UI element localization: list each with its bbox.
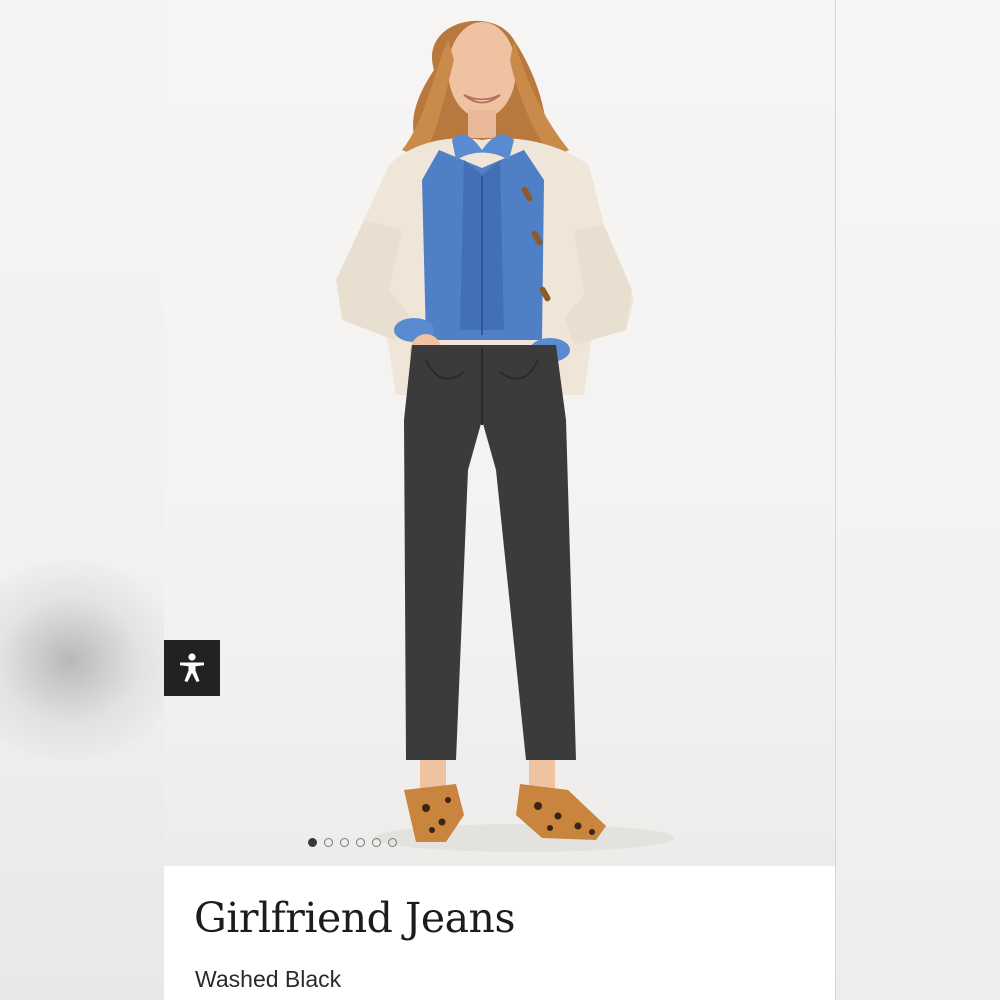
accessibility-button[interactable]	[164, 640, 220, 696]
product-title: Girlfriend Jeans	[194, 894, 516, 942]
image-carousel-dots	[164, 838, 688, 847]
carousel-dot[interactable]	[356, 838, 365, 847]
carousel-dot[interactable]	[340, 838, 349, 847]
model-illustration	[336, 20, 674, 852]
carousel-dot[interactable]	[388, 838, 397, 847]
carousel-dot[interactable]	[324, 838, 333, 847]
product-color-name: Washed Black	[195, 966, 342, 992]
blurred-right-gutter	[836, 0, 1000, 1000]
product-info: Girlfriend Jeans Washed Black	[164, 866, 835, 1000]
screenshot-stage: Girlfriend Jeans Washed Black	[0, 0, 1000, 1000]
accessibility-person-icon	[180, 653, 204, 682]
carousel-dot[interactable]	[372, 838, 381, 847]
carousel-dot[interactable]	[308, 838, 317, 847]
product-card: Girlfriend Jeans Washed Black	[164, 0, 836, 1000]
product-image[interactable]	[164, 0, 835, 866]
blurred-left-gutter	[0, 0, 180, 1000]
